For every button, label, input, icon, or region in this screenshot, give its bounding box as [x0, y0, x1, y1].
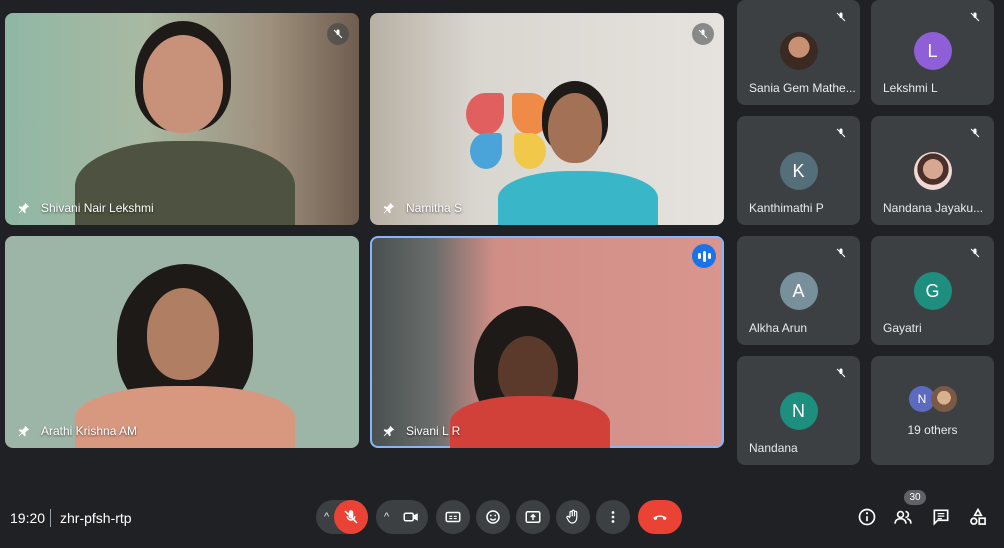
- avatar: N: [779, 392, 818, 430]
- people-count-badge: 30: [904, 490, 926, 505]
- participant-tile-lekshmi[interactable]: L Lekshmi L: [871, 0, 994, 105]
- muted-icon: [830, 6, 852, 28]
- person-face: [143, 35, 223, 133]
- others-avatar-stack: N: [909, 386, 959, 412]
- meeting-code: zhr-pfsh-rtp: [60, 510, 132, 526]
- video-tile-sivani-active-speaker[interactable]: Sivani L R: [370, 236, 724, 448]
- captions-icon: [445, 511, 461, 523]
- muted-icon: [964, 6, 986, 28]
- activities-icon: [970, 507, 986, 525]
- pin-icon[interactable]: [382, 424, 396, 438]
- participant-tile-kanthimathi[interactable]: K Kanthimathi P: [737, 116, 860, 225]
- participant-name: Shivani Nair Lekshmi: [17, 201, 154, 215]
- avatar: K: [779, 152, 818, 190]
- participant-name-label: Kanthimathi P: [749, 201, 824, 215]
- chevron-up-icon[interactable]: ^: [324, 511, 329, 523]
- avatar: [931, 386, 957, 412]
- reactions-button[interactable]: [476, 500, 510, 534]
- others-tile[interactable]: N 19 others: [871, 356, 994, 465]
- participant-name-label: Alkha Arun: [749, 321, 808, 335]
- more-vert-icon: [611, 511, 615, 523]
- avatar: L: [913, 32, 952, 70]
- video-tile-arathi[interactable]: Arathi Krishna AM: [5, 236, 359, 448]
- participant-tile-sania[interactable]: Sania Gem Mathe...: [737, 0, 860, 105]
- participant-name-label: Sivani L R: [406, 424, 461, 438]
- pin-icon[interactable]: [382, 201, 396, 215]
- participant-name: Arathi Krishna AM: [17, 424, 137, 438]
- meeting-time: 19:20: [10, 510, 46, 526]
- participant-name-label: Nandana Jayaku...: [883, 201, 984, 215]
- person-body: [450, 396, 610, 448]
- avatar: [779, 32, 818, 70]
- participant-tile-nandana[interactable]: N Nandana: [737, 356, 860, 465]
- muted-icon: [830, 122, 852, 144]
- participant-tile-gayatri[interactable]: G Gayatri: [871, 236, 994, 345]
- muted-icon: [327, 23, 349, 45]
- muted-icon: [830, 242, 852, 264]
- people-button[interactable]: [892, 506, 914, 528]
- avatar: A: [779, 272, 818, 310]
- raise-hand-button[interactable]: [556, 500, 590, 534]
- present-icon: [525, 511, 541, 523]
- avatar: [913, 152, 952, 190]
- butterfly-wall-art: [466, 93, 552, 175]
- muted-icon: [830, 362, 852, 384]
- microphone-control[interactable]: ^: [316, 500, 368, 534]
- divider: [50, 509, 51, 527]
- pin-icon[interactable]: [17, 424, 31, 438]
- present-screen-button[interactable]: [516, 500, 550, 534]
- chat-button[interactable]: [930, 506, 952, 528]
- participant-name-label: Shivani Nair Lekshmi: [41, 201, 154, 215]
- info-icon: [858, 508, 876, 526]
- video-tile-namitha[interactable]: Namitha S: [370, 13, 724, 225]
- pin-icon[interactable]: [17, 201, 31, 215]
- participant-name-label: Arathi Krishna AM: [41, 424, 138, 438]
- chat-icon: [933, 509, 949, 526]
- activities-button[interactable]: [967, 506, 989, 528]
- participant-tile-nandana-jayakumar[interactable]: Nandana Jayaku...: [871, 116, 994, 225]
- mic-off-button[interactable]: [334, 500, 368, 534]
- participant-name-label: Namitha S: [406, 201, 463, 215]
- participant-name: Sivani L R: [382, 424, 460, 438]
- speaking-indicator-icon: [692, 244, 716, 268]
- camera-icon[interactable]: [402, 508, 420, 526]
- emoji-icon: [486, 510, 500, 524]
- participant-name-label: Lekshmi L: [883, 81, 938, 95]
- leave-call-button[interactable]: [638, 500, 682, 534]
- muted-icon: [964, 242, 986, 264]
- participant-name-label: Nandana: [749, 441, 798, 455]
- others-label: 19 others: [907, 423, 958, 437]
- person-face: [548, 93, 602, 163]
- chevron-up-icon[interactable]: ^: [384, 511, 389, 523]
- person-body: [498, 171, 658, 225]
- muted-icon: [964, 122, 986, 144]
- more-options-button[interactable]: [596, 500, 630, 534]
- participant-name-label: Sania Gem Mathe...: [749, 81, 856, 95]
- people-icon: [894, 510, 912, 524]
- end-call-icon: [653, 515, 667, 520]
- participant-name-label: Gayatri: [883, 321, 922, 335]
- camera-control[interactable]: ^: [376, 500, 428, 534]
- meeting-details-button[interactable]: [856, 506, 878, 528]
- mic-off-icon: [344, 510, 358, 524]
- avatar: G: [913, 272, 952, 310]
- hand-icon: [566, 509, 578, 524]
- participant-name: Namitha S: [382, 201, 462, 215]
- participant-tile-alkha[interactable]: A Alkha Arun: [737, 236, 860, 345]
- muted-icon: [692, 23, 714, 45]
- video-tile-shivani[interactable]: Shivani Nair Lekshmi: [5, 13, 359, 225]
- person-body: [75, 386, 295, 448]
- person-face: [147, 288, 219, 380]
- captions-button[interactable]: [436, 500, 470, 534]
